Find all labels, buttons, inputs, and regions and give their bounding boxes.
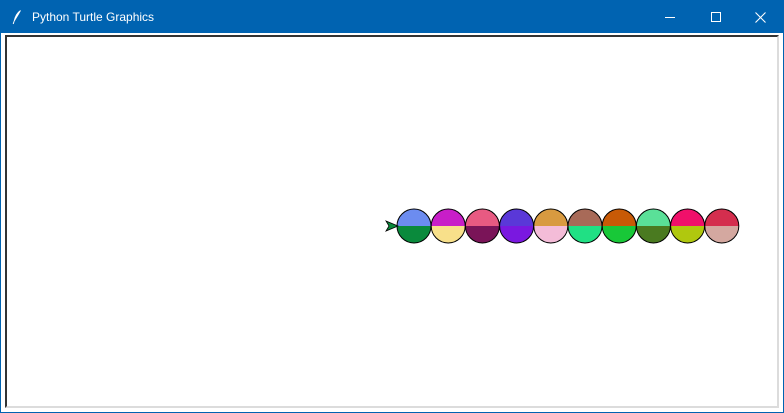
color-dot [430, 208, 466, 244]
dot-top-half [568, 209, 602, 226]
dot-bottom-half [704, 226, 739, 243]
turtle-canvas[interactable] [5, 35, 779, 408]
dot-top-half [499, 209, 534, 226]
dot-top-half [704, 209, 739, 226]
dot-bottom-half [465, 226, 500, 243]
maximize-button[interactable] [693, 1, 739, 33]
dot-bottom-half [533, 226, 568, 243]
title-bar[interactable]: Python Turtle Graphics [1, 1, 783, 33]
dot-bottom-half [636, 226, 671, 243]
close-icon [754, 11, 766, 23]
color-dot [396, 208, 432, 244]
minimize-button[interactable] [647, 1, 693, 33]
turtle-window: Python Turtle Graphics [0, 0, 784, 413]
color-dot [533, 208, 569, 244]
color-dot [499, 208, 535, 244]
dot-top-half [602, 209, 637, 226]
close-button[interactable] [737, 1, 783, 33]
color-dot [601, 208, 637, 244]
dot-top-half [670, 209, 705, 226]
dot-bottom-half [568, 226, 602, 243]
dot-top-half [465, 209, 500, 226]
color-dot [464, 208, 500, 244]
maximize-icon [711, 12, 721, 22]
dot-bottom-half [602, 226, 637, 243]
client-area [1, 33, 783, 412]
drawing-surface [385, 208, 740, 244]
dot-top-half [431, 209, 466, 226]
color-dot [704, 208, 740, 244]
dot-top-half [397, 209, 431, 226]
feather-icon [9, 8, 27, 26]
window-title: Python Turtle Graphics [32, 10, 155, 24]
minimize-icon [665, 12, 675, 22]
dot-top-half [533, 209, 568, 226]
turtle-arrow-icon [385, 220, 400, 232]
dot-bottom-half [499, 226, 534, 243]
dot-bottom-half [431, 226, 466, 243]
color-dot [635, 208, 671, 244]
dot-bottom-half [397, 226, 431, 243]
color-dot [670, 208, 706, 244]
color-dot [567, 208, 603, 244]
dot-top-half [636, 209, 671, 226]
dot-bottom-half [670, 226, 705, 243]
